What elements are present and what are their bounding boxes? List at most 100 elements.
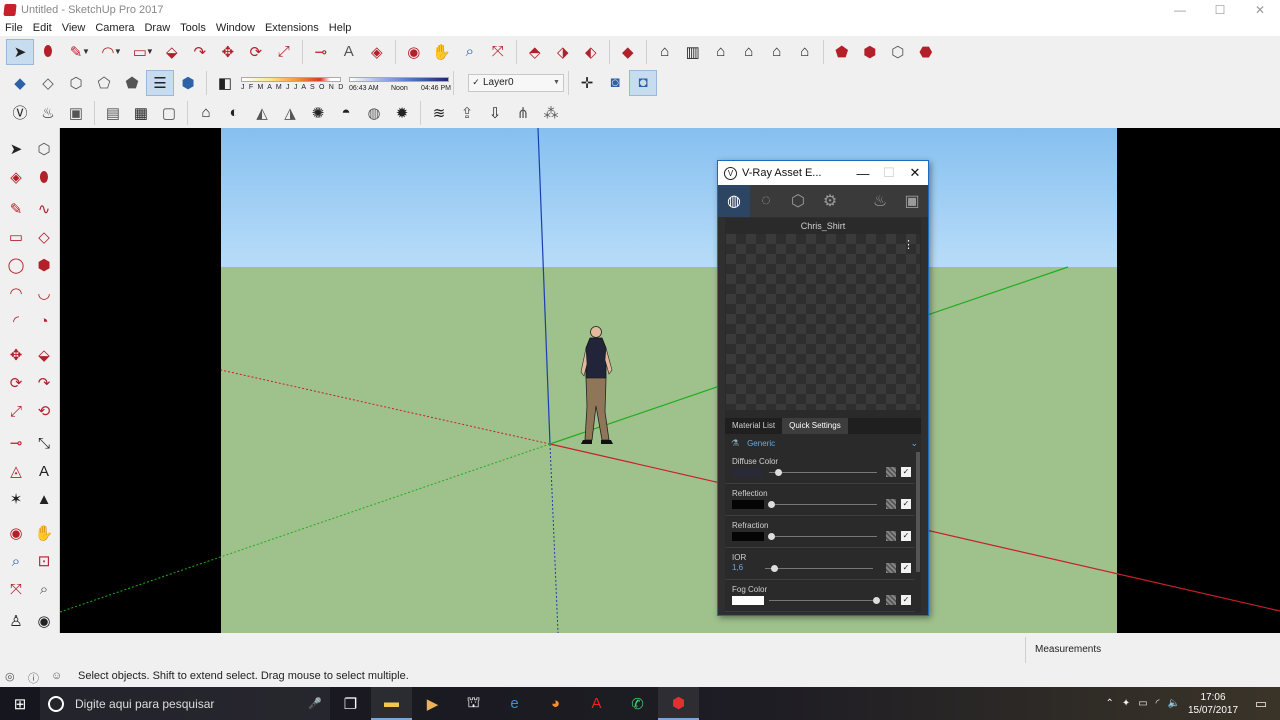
select-tool-icon[interactable]: ➤ [6,38,34,65]
infinite-plane-icon[interactable]: ≋ [425,100,453,126]
look-around-icon[interactable]: ◉ [30,608,58,634]
left-view-icon[interactable]: ⌂ [791,39,819,65]
text-icon[interactable]: A [30,458,58,484]
menu-view[interactable]: View [57,22,91,34]
texture-slot-icon[interactable] [886,563,896,573]
pan-icon[interactable]: ✋ [30,520,58,546]
menu-edit[interactable]: Edit [28,22,57,34]
ies-light-icon[interactable]: ◮ [276,100,304,126]
menu-draw[interactable]: Draw [139,22,175,34]
menu-window[interactable]: Window [211,22,260,34]
file-explorer-icon[interactable]: ▬ [371,687,412,720]
network-icon[interactable]: ◜ [1156,698,1160,709]
warehouse-icon[interactable]: ⬘ [521,39,549,65]
color-swatch[interactable] [732,596,764,605]
slider-handle[interactable] [770,565,778,572]
fur-icon[interactable]: ⋔ [509,100,537,126]
user-icon[interactable]: ☺ [51,670,74,686]
make-component-icon[interactable]: ⬡ [30,136,58,162]
render-teapot-icon[interactable]: ♨ [864,185,896,217]
tab-material-list[interactable]: Material List [725,418,782,434]
3d-viewport[interactable] [60,128,1280,633]
minimize-button[interactable]: — [1160,0,1200,20]
offset-icon[interactable]: ⟲ [30,398,58,424]
arc-icon[interactable]: ◠ [2,280,30,306]
measurements-box[interactable]: Measurements [1025,637,1280,663]
pie-icon[interactable]: ◔ [30,308,58,334]
vray-logo-icon[interactable]: Ⓥ [6,100,34,126]
two-point-arc-icon[interactable]: ◡ [30,280,58,306]
follow-me-tool-icon[interactable]: ↷ [186,39,214,65]
display-section-cuts-icon[interactable]: ◘ [629,69,657,96]
polygon-icon[interactable]: ⬢ [30,252,58,278]
enable-checkbox[interactable]: ✓ [901,595,911,605]
section-plane-icon[interactable]: ✛ [573,70,601,96]
frame-buffer-tab-icon[interactable]: ▣ [896,185,928,217]
three-point-arc-icon[interactable]: ◜ [2,308,30,334]
freehand-icon[interactable]: ∿ [30,196,58,222]
shadow-date-slider[interactable]: J F M A M J J A S O N D [241,71,343,95]
more-options-icon[interactable]: ⋮ [903,238,914,251]
extension-warehouse-icon[interactable]: ⬖ [577,39,605,65]
proxy-import-icon[interactable]: ⇩ [481,100,509,126]
vray-close-button[interactable]: ✕ [902,165,928,181]
autocad-icon[interactable]: A [576,687,617,720]
settings-tab-icon[interactable]: ⚙ [814,185,846,217]
shaded-icon[interactable]: ⬟ [118,70,146,96]
vray-maximize-button[interactable]: ☐ [876,165,902,181]
menu-camera[interactable]: Camera [90,22,139,34]
position-camera-icon[interactable]: ♙ [2,608,30,634]
eraser-tool-icon[interactable]: ⬮ [34,39,62,65]
geometry-tab-icon[interactable]: ⬡ [782,185,814,217]
texture-slot-icon[interactable] [886,467,896,477]
maximize-button[interactable]: ☐ [1200,0,1240,20]
right-view-icon[interactable]: ⌂ [735,39,763,65]
teapot-icon[interactable]: ♨ [34,100,62,126]
vray-render-icon[interactable]: ⬟ [828,39,856,65]
enable-checkbox[interactable]: ✓ [901,499,911,509]
menu-extensions[interactable]: Extensions [260,22,324,34]
color-swatch[interactable] [732,500,764,509]
enable-checkbox[interactable]: ✓ [901,467,911,477]
slider-handle[interactable] [768,501,776,508]
paint-bucket-tool-icon[interactable]: ◈ [363,39,391,65]
circle-icon[interactable]: ◯ [2,252,30,278]
clock[interactable]: 17:06 15/07/2017 [1184,691,1242,717]
tab-quick-settings[interactable]: Quick Settings [782,418,848,434]
render-region-icon[interactable]: ▣ [62,100,90,126]
battery-icon[interactable]: ▭ [1138,698,1147,709]
sphere-light-icon[interactable]: ◐ [220,100,248,126]
rectangle-icon[interactable]: ▭ [2,224,30,250]
zoom-tool-icon[interactable]: ⌕ [456,39,484,65]
volume-icon[interactable]: 🔈 [1168,698,1180,709]
frame-buffer-icon[interactable]: ▦ [127,100,155,126]
media-player-icon[interactable]: ▶ [412,687,453,720]
layout-panel-icon[interactable]: ▤ [99,100,127,126]
text-tool-icon[interactable]: A [335,39,363,65]
back-edges-icon[interactable]: ◇ [34,70,62,96]
microphone-icon[interactable]: 🎤 [308,697,322,710]
vray-lights-icon[interactable]: ⬡ [884,39,912,65]
menu-tools[interactable]: Tools [175,22,211,34]
line-icon[interactable]: ✎ [2,196,30,222]
back-view-icon[interactable]: ⌂ [763,39,791,65]
lights-tab-icon[interactable]: ◌ [750,185,782,217]
iso-view-icon[interactable]: ⌂ [651,39,679,65]
orbit-icon[interactable]: ◉ [2,520,30,546]
param-value[interactable]: 1,6 [732,563,743,572]
axes-icon[interactable]: ✶ [2,486,30,512]
chevron-down-icon[interactable]: ▼ [146,47,154,56]
shadow-time-slider[interactable]: 06:43 AM Noon 04:46 PM [349,71,451,95]
store-icon[interactable]: ⛫ [453,687,494,720]
zoom-icon[interactable]: ⌕ [2,548,30,574]
light-gen-icon[interactable]: ⌂ [192,100,220,126]
close-button[interactable]: ✕ [1240,0,1280,20]
whatsapp-icon[interactable]: ✆ [617,687,658,720]
vray-minimize-button[interactable]: — [850,166,876,181]
follow-me-icon[interactable]: ↷ [30,370,58,396]
menu-file[interactable]: File [0,22,28,34]
proxy-export-icon[interactable]: ⇪ [453,100,481,126]
chevron-down-icon[interactable]: ▼ [82,47,90,56]
xray-style-icon[interactable]: ◆ [6,70,34,96]
params-scrollbar[interactable] [916,452,920,572]
